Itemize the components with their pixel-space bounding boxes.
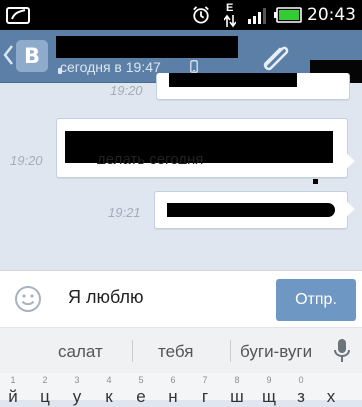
key[interactable]: 4к — [96, 373, 122, 406]
signal-icon — [248, 8, 266, 24]
data-arrows-icon — [224, 14, 236, 28]
vk-logo-letter: В — [23, 44, 40, 68]
key[interactable]: х — [318, 373, 344, 406]
bubble-tail — [346, 201, 355, 217]
key-number: 1 — [10, 375, 16, 385]
key-number: 3 — [74, 375, 80, 385]
message-time: 19:20 — [10, 153, 43, 168]
key[interactable]: 9щ — [256, 373, 282, 406]
suggestion-divider — [132, 340, 133, 362]
key-letter: щ — [262, 387, 276, 406]
key[interactable]: 8ш — [224, 373, 250, 406]
key-letter: з — [297, 387, 305, 406]
cursor-mark — [313, 179, 318, 184]
vk-logo[interactable]: В — [16, 40, 48, 72]
key[interactable]: 6н — [160, 373, 186, 406]
key-letter: н — [168, 387, 178, 406]
key[interactable]: 1й — [0, 373, 26, 406]
bubble-tail — [346, 153, 355, 169]
key[interactable]: 2ц — [32, 373, 58, 406]
key[interactable]: 7г — [192, 373, 218, 406]
mic-icon[interactable] — [334, 338, 350, 364]
redacted-message-text — [167, 203, 335, 217]
alarm-icon — [193, 6, 209, 24]
key-letter: у — [72, 387, 82, 406]
message-time: 19:20 — [110, 83, 143, 98]
key[interactable]: 3у — [64, 373, 90, 406]
key-letter: х — [326, 387, 336, 406]
message-composer: Я люблю Отпр. — [0, 270, 362, 327]
back-chevron-icon[interactable] — [2, 44, 14, 66]
key-letter: е — [136, 387, 146, 406]
key-number: 2 — [42, 375, 48, 385]
status-time: 20:43 — [307, 5, 356, 25]
battery-icon — [274, 7, 302, 23]
key-letter: г — [201, 387, 209, 406]
paperclip-icon[interactable] — [258, 41, 292, 71]
message-text: делать сегодня — [97, 152, 204, 164]
suggestion-item[interactable]: салат — [58, 342, 103, 362]
message-bubble — [156, 73, 350, 100]
last-seen-text: сегодня в 19:47 — [60, 59, 161, 75]
redacted-contact-name — [56, 36, 238, 58]
key[interactable]: 5е — [128, 373, 154, 406]
phone-icon — [190, 60, 198, 73]
smile-icon[interactable] — [14, 285, 42, 313]
key-number: 9 — [266, 375, 272, 385]
key-letter: ц — [40, 387, 50, 406]
key-number: 5 — [138, 375, 144, 385]
key-number: 7 — [202, 375, 208, 385]
key-number: 6 — [170, 375, 176, 385]
network-type-label: E — [226, 2, 234, 14]
message-time: 19:21 — [108, 205, 141, 220]
suggestion-item[interactable]: тебя — [158, 342, 193, 362]
photo-icon — [6, 7, 30, 24]
keyboard-row: 1й 2ц 3у 4к 5е 6н 7г 8ш 9щ 0з х — [0, 373, 362, 406]
message-list[interactable]: 19:20 делать сегодня 19:20 19:21 — [0, 73, 362, 270]
key-number: 4 — [106, 375, 112, 385]
key[interactable]: 0з — [288, 373, 314, 406]
key-number: 8 — [234, 375, 240, 385]
redacted-message-text — [169, 73, 297, 87]
send-button[interactable]: Отпр. — [276, 279, 356, 321]
keyboard-suggestions: салат тебя буги-вуги — [0, 327, 362, 374]
key-letter: ш — [230, 387, 244, 406]
suggestion-item[interactable]: буги-вуги — [240, 342, 312, 362]
suggestion-divider — [230, 340, 231, 362]
key-letter: й — [8, 387, 18, 406]
message-bubble — [154, 191, 348, 229]
key-letter: к — [105, 387, 113, 406]
status-bar: E 20:43 — [0, 0, 362, 30]
message-bubble: делать сегодня — [56, 118, 348, 178]
key-number: 0 — [298, 375, 304, 385]
message-input[interactable]: Я люблю — [68, 287, 268, 308]
